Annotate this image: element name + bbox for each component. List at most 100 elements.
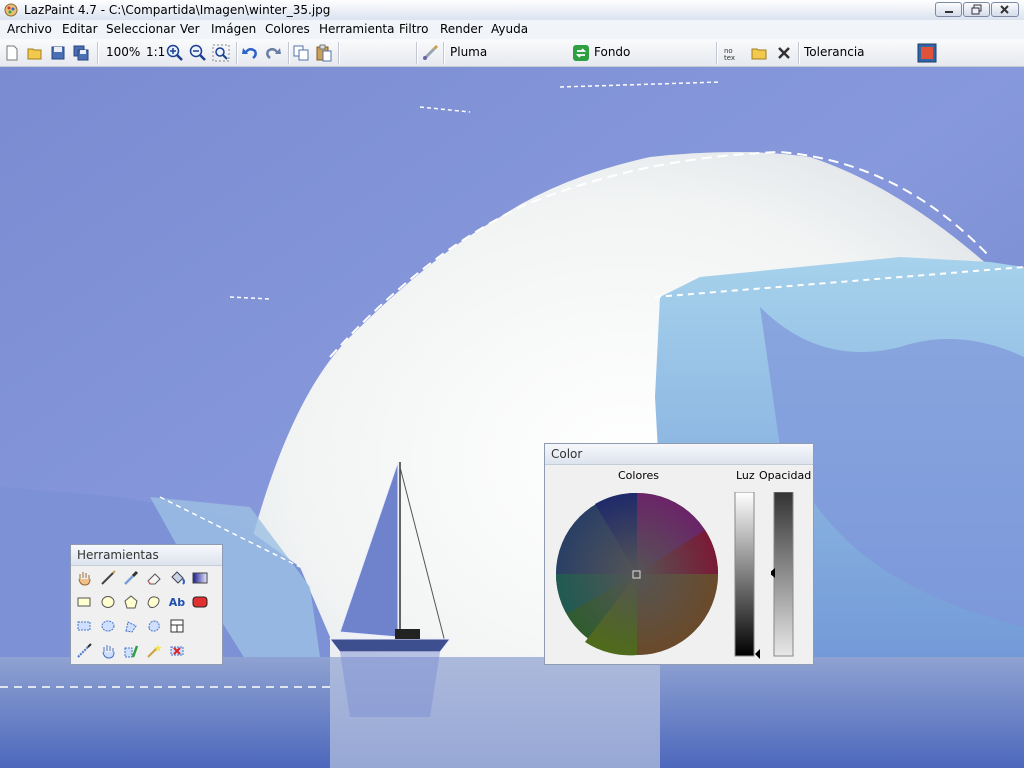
fill-mode-icon: [917, 43, 937, 63]
zoom-fit-icon: [212, 44, 230, 62]
new-button[interactable]: [2, 43, 22, 63]
menu-archivo[interactable]: Archivo: [7, 22, 52, 36]
menu-ver[interactable]: Ver: [180, 22, 200, 36]
polygon-icon: [124, 595, 138, 609]
pen-label: Pluma: [450, 45, 488, 59]
hand-icon: [78, 572, 91, 586]
select-pen-tool[interactable]: [75, 642, 93, 660]
color-panel-title-bar[interactable]: Color: [545, 444, 813, 465]
swap-colors-icon: [573, 45, 589, 61]
rectangle-icon: [77, 597, 91, 607]
undo-button[interactable]: [240, 43, 260, 63]
swap-colors-button[interactable]: [571, 43, 591, 63]
zoom-1to1-button[interactable]: 1:1: [146, 45, 165, 59]
light-slider-marker: [755, 649, 760, 659]
pen-options-button[interactable]: [420, 43, 440, 63]
zoom-level[interactable]: 100%: [106, 45, 140, 59]
open-button[interactable]: [25, 43, 45, 63]
menu-colores[interactable]: Colores: [265, 22, 310, 36]
redo-button[interactable]: [263, 43, 283, 63]
tools-panel-title: Herramientas: [77, 548, 159, 562]
magic-wand-icon: [147, 644, 162, 658]
select-hand-tool[interactable]: [99, 642, 117, 660]
layout-icon: [170, 619, 184, 633]
menu-imagen[interactable]: Imágen: [211, 22, 256, 36]
minimize-icon: [945, 11, 953, 13]
opacity-label: Opacidad: [759, 469, 812, 482]
select-spline-icon: [148, 620, 160, 632]
select-rect-tool[interactable]: [75, 617, 93, 635]
fill-tool[interactable]: [168, 569, 186, 587]
toolbar-separator: [798, 42, 800, 64]
gradient-tool[interactable]: [191, 569, 209, 587]
remove-texture-button[interactable]: [774, 43, 794, 63]
text-tool[interactable]: Ab: [168, 593, 186, 611]
light-slider[interactable]: [734, 492, 760, 662]
select-magic-icon: [124, 645, 139, 658]
ellipse-tool[interactable]: [99, 593, 117, 611]
rounded-rect-icon: [192, 596, 208, 608]
zoom-fit-button[interactable]: [211, 43, 231, 63]
toolbar-separator: [236, 42, 238, 64]
color-picker-tool[interactable]: [122, 569, 140, 587]
rounded-rect-tool[interactable]: [191, 593, 209, 611]
restore-icon: [971, 4, 982, 15]
copy-icon: [293, 45, 309, 61]
zoom-in-button[interactable]: [165, 43, 185, 63]
zoom-out-button[interactable]: [188, 43, 208, 63]
opacity-slider[interactable]: [771, 492, 801, 662]
toolbar-separator: [97, 42, 99, 64]
select-ellipse-icon: [101, 620, 115, 632]
polygon-tool[interactable]: [122, 593, 140, 611]
menu-editar[interactable]: Editar: [62, 22, 98, 36]
menu-herramienta[interactable]: Herramienta: [319, 22, 395, 36]
select-poly-tool[interactable]: [122, 617, 140, 635]
tools-panel-title-bar[interactable]: Herramientas: [71, 545, 222, 566]
layout-tool[interactable]: [168, 617, 186, 635]
undo-icon: [242, 48, 257, 59]
color-picker-icon: [124, 570, 139, 585]
color-panel: Color Colores Luz Opacidad: [544, 443, 814, 665]
select-spline-tool[interactable]: [145, 617, 163, 635]
menu-render[interactable]: Render: [440, 22, 483, 36]
tools-panel: Herramientas Ab: [70, 544, 223, 665]
hand-tool[interactable]: [75, 569, 93, 587]
new-file-icon: [6, 45, 18, 61]
select-pen-icon: [77, 643, 92, 658]
select-ellipse-tool[interactable]: [99, 617, 117, 635]
menu-filtro[interactable]: Filtro: [399, 22, 428, 36]
color-wheel[interactable]: [555, 492, 719, 656]
toolbar-separator: [443, 42, 445, 64]
minimize-button[interactable]: [935, 2, 962, 17]
spline-tool[interactable]: [145, 593, 163, 611]
restore-button[interactable]: [963, 2, 990, 17]
open-folder-icon: [751, 48, 767, 60]
texture-button[interactable]: no tex: [721, 43, 741, 63]
close-button[interactable]: [991, 2, 1019, 17]
open-folder-icon: [27, 48, 42, 60]
toolbar-separator: [716, 42, 718, 64]
paste-button[interactable]: [314, 43, 334, 63]
magic-wand-tool[interactable]: [145, 642, 163, 660]
opacity-slider-marker: [771, 568, 775, 578]
lazpaint-app-icon: [4, 3, 18, 17]
fill-mode-button[interactable]: [917, 43, 937, 63]
rectangle-tool[interactable]: [75, 593, 93, 611]
pen-tool[interactable]: [99, 569, 117, 587]
menu-seleccionar[interactable]: Seleccionar: [106, 22, 175, 36]
deselect-tool[interactable]: [168, 642, 186, 660]
color-wheel-label: Colores: [618, 469, 659, 482]
load-texture-button[interactable]: [750, 43, 770, 63]
save-as-button[interactable]: [71, 43, 91, 63]
pen-icon: [101, 570, 116, 585]
deselect-icon: [170, 646, 184, 656]
select-magic-tool[interactable]: [122, 642, 140, 660]
tolerance-label: Tolerancia: [804, 45, 865, 59]
eraser-tool[interactable]: [145, 569, 163, 587]
back-label: Fondo: [594, 45, 631, 59]
eraser-icon: [147, 573, 161, 585]
copy-button[interactable]: [291, 43, 311, 63]
color-panel-title: Color: [551, 447, 583, 461]
save-button[interactable]: [48, 43, 68, 63]
menu-ayuda[interactable]: Ayuda: [491, 22, 528, 36]
